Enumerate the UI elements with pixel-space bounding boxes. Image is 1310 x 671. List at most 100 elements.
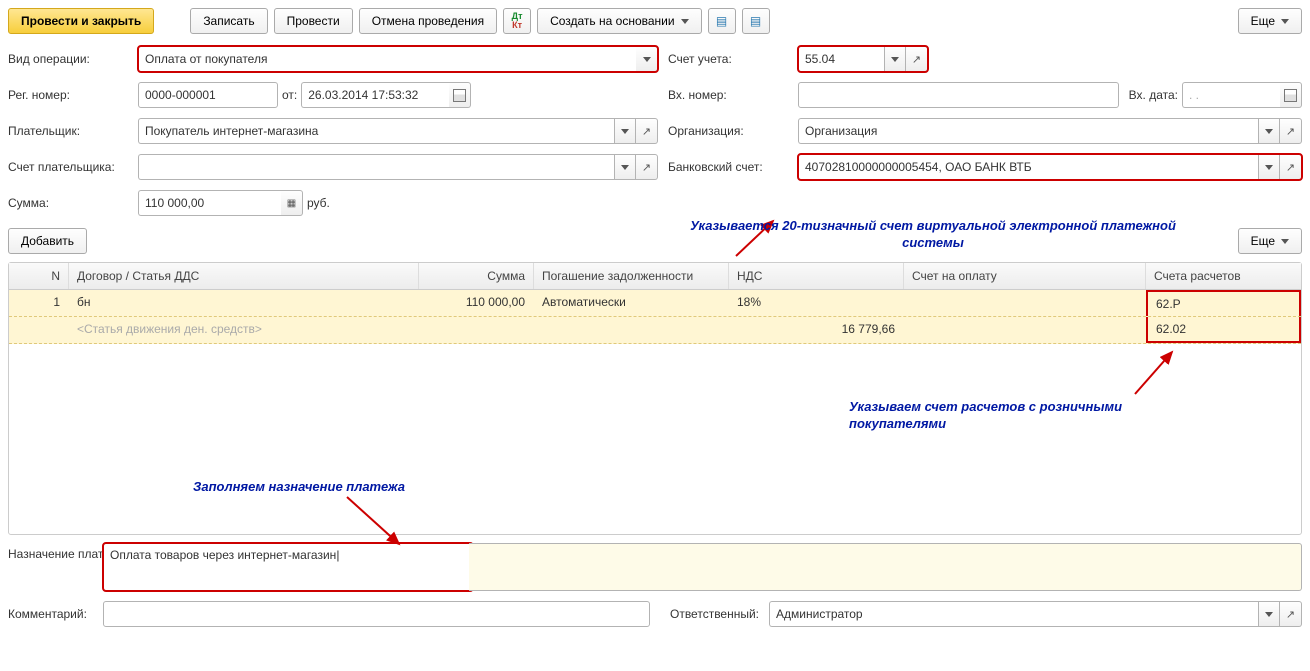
bankacc-label: Банковский счет: — [668, 160, 788, 174]
cell-nds-rate[interactable]: 18% — [729, 290, 904, 316]
unpost-button[interactable]: Отмена проведения — [359, 8, 497, 34]
resp-open[interactable] — [1280, 601, 1302, 627]
regnum-input[interactable]: 0000-000001 — [138, 82, 278, 108]
innum-label: Вх. номер: — [668, 88, 788, 102]
payer-label: Плательщик: — [8, 124, 128, 138]
org-open[interactable] — [1280, 118, 1302, 144]
cell-rasch1[interactable]: 62.Р — [1146, 290, 1301, 316]
regnum-label: Рег. номер: — [8, 88, 128, 102]
annot-purpose: Заполняем назначение платежа — [149, 479, 449, 496]
purpose-row: Назначение платежа: Оплата товаров через… — [8, 543, 1302, 591]
payeracc-label: Счет плательщика: — [8, 160, 128, 174]
arrow-rasch — [1127, 349, 1187, 399]
form-area: Вид операции: Оплата от покупателя Счет … — [8, 46, 1302, 216]
table-body: 1 бн 110 000,00 Автоматически 18% 62.Р <… — [9, 290, 1301, 344]
th-rasch[interactable]: Счета расчетов — [1146, 263, 1301, 289]
payer-dropdown[interactable] — [614, 118, 636, 144]
cell-n[interactable]: 1 — [9, 290, 69, 316]
date-field[interactable]: 26.03.2014 17:53:32 — [301, 82, 471, 108]
dtkt-icon: ДтКт — [512, 12, 523, 30]
th-schet[interactable]: Счет на оплату — [904, 263, 1146, 289]
table-more-button[interactable]: Еще — [1238, 228, 1302, 254]
indate-input[interactable]: . . — [1182, 82, 1280, 108]
dtkt-button[interactable]: ДтКт — [503, 8, 531, 34]
payeracc-dropdown[interactable] — [614, 154, 636, 180]
bottom-row: Комментарий: Ответственный: Администрато… — [8, 601, 1302, 627]
create-based-button[interactable]: Создать на основании — [537, 8, 702, 34]
indate-cal-button[interactable] — [1280, 82, 1302, 108]
comment-input[interactable] — [103, 601, 650, 627]
resp-dropdown[interactable] — [1258, 601, 1280, 627]
th-sum[interactable]: Сумма — [419, 263, 534, 289]
account-input[interactable]: 55.04 — [798, 46, 884, 72]
document-icon: ▤ — [716, 14, 727, 28]
save-button[interactable]: Записать — [190, 8, 267, 34]
innum-input[interactable] — [798, 82, 1119, 108]
arrow-purpose — [339, 494, 419, 549]
payer-input[interactable]: Покупатель интернет-магазина — [138, 118, 614, 144]
post-close-button[interactable]: Провести и закрыть — [8, 8, 154, 34]
add-row-button[interactable]: Добавить — [8, 228, 87, 254]
date-cal-button[interactable] — [449, 82, 471, 108]
purpose-textarea[interactable]: Оплата товаров через интернет-магазин — [103, 543, 473, 591]
cell-sum[interactable]: 110 000,00 — [419, 290, 534, 316]
indate-label: Вх. дата: — [1129, 88, 1178, 102]
post-button[interactable]: Провести — [274, 8, 353, 34]
payeracc-input[interactable] — [138, 154, 614, 180]
annot-bank: Указывается 20-тизначный счет виртуально… — [668, 218, 1198, 252]
sum-field[interactable]: 110 000,00 ▦ — [138, 190, 303, 216]
resp-input[interactable]: Администратор — [769, 601, 1258, 627]
payeracc-open[interactable] — [636, 154, 658, 180]
cell-nds-sum[interactable]: 16 779,66 — [729, 317, 904, 343]
bankacc-field[interactable]: 40702810000000005454, ОАО БАНК ВТБ — [798, 154, 1302, 180]
payer-field[interactable]: Покупатель интернет-магазина — [138, 118, 658, 144]
print-secondary-button[interactable]: ▤ — [708, 8, 736, 34]
calculator-icon: ▦ — [287, 198, 296, 209]
more-button[interactable]: Еще — [1238, 8, 1302, 34]
th-nds[interactable]: НДС — [729, 263, 904, 289]
cell-rasch2[interactable]: 62.02 — [1146, 317, 1301, 343]
bankacc-open[interactable] — [1280, 154, 1302, 180]
account-open[interactable] — [906, 46, 928, 72]
print-button[interactable]: ▤ — [742, 8, 770, 34]
th-pog[interactable]: Погашение задолженности — [534, 263, 729, 289]
org-label: Организация: — [668, 124, 788, 138]
account-label: Счет учета: — [668, 52, 788, 66]
cell-pog[interactable]: Автоматически — [534, 290, 729, 316]
th-n[interactable]: N — [9, 263, 69, 289]
bankacc-dropdown[interactable] — [1258, 154, 1280, 180]
table-row[interactable]: 1 бн 110 000,00 Автоматически 18% 62.Р <… — [9, 290, 1301, 344]
org-field[interactable]: Организация — [798, 118, 1302, 144]
sum-input[interactable]: 110 000,00 — [138, 190, 281, 216]
document-icon-2: ▤ — [750, 14, 761, 28]
cell-dds[interactable]: <Статья движения ден. средств> — [69, 317, 419, 343]
sum-calc-button[interactable]: ▦ — [281, 190, 303, 216]
table-empty-area: Указываем счет расчетов с розничными пок… — [9, 344, 1301, 534]
purpose-label: Назначение платежа: — [8, 543, 93, 561]
th-dogovor[interactable]: Договор / Статья ДДС — [69, 263, 419, 289]
account-dropdown[interactable] — [884, 46, 906, 72]
table-header: N Договор / Статья ДДС Сумма Погашение з… — [9, 263, 1301, 290]
cell-schet[interactable] — [904, 290, 1146, 316]
details-table: N Договор / Статья ДДС Сумма Погашение з… — [8, 262, 1302, 535]
op-type-input[interactable]: Оплата от покупателя — [138, 46, 636, 72]
indate-field[interactable]: . . — [1182, 82, 1302, 108]
cell-dogovor[interactable]: бн — [69, 290, 419, 316]
currency-label: руб. — [307, 196, 330, 210]
resp-label: Ответственный: — [670, 607, 759, 621]
op-type-field[interactable]: Оплата от покупателя — [138, 46, 658, 72]
comment-label: Комментарий: — [8, 607, 93, 621]
account-field[interactable]: 55.04 — [798, 46, 928, 72]
bankacc-input[interactable]: 40702810000000005454, ОАО БАНК ВТБ — [798, 154, 1258, 180]
purpose-textarea-ext[interactable] — [469, 543, 1302, 591]
sum-label: Сумма: — [8, 196, 128, 210]
org-input[interactable]: Организация — [798, 118, 1258, 144]
org-dropdown[interactable] — [1258, 118, 1280, 144]
payeracc-field[interactable] — [138, 154, 658, 180]
date-input[interactable]: 26.03.2014 17:53:32 — [301, 82, 449, 108]
payer-open[interactable] — [636, 118, 658, 144]
resp-field[interactable]: Администратор — [769, 601, 1302, 627]
main-toolbar: Провести и закрыть Записать Провести Отм… — [8, 8, 1302, 34]
op-type-dropdown[interactable] — [636, 46, 658, 72]
from-label: от: — [282, 88, 297, 102]
